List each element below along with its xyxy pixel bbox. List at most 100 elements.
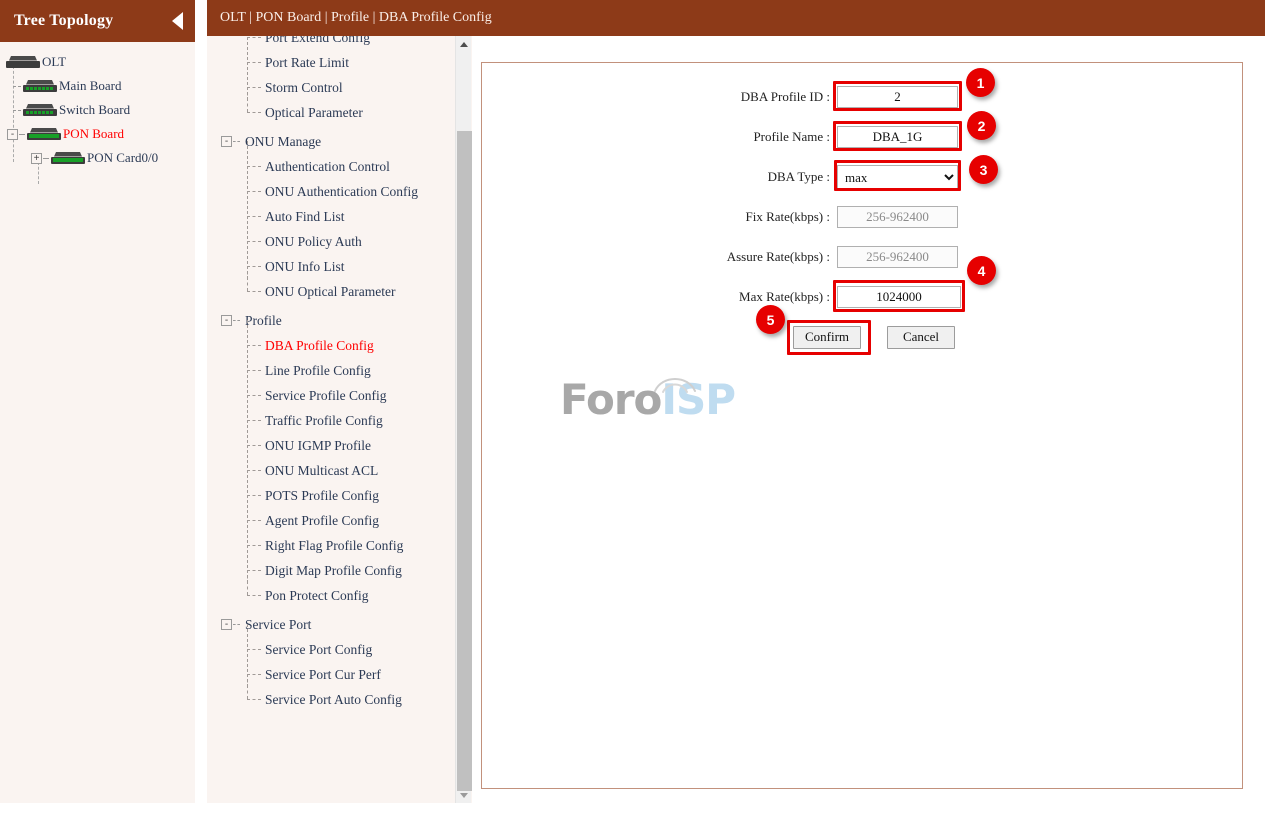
- menu-item-24[interactable]: Service Port Config: [221, 624, 472, 662]
- menu-item-label[interactable]: ONU Multicast ACL: [265, 463, 378, 479]
- menu-item-2[interactable]: Storm Control: [221, 62, 472, 100]
- tree-connector: [247, 62, 261, 63]
- tree-connector: [247, 395, 261, 396]
- confirm-button[interactable]: Confirm: [793, 325, 861, 349]
- menu-item-label[interactable]: POTS Profile Config: [265, 488, 379, 504]
- menu-item-3[interactable]: Optical Parameter: [221, 87, 472, 125]
- menu-item-label[interactable]: Optical Parameter: [265, 105, 363, 121]
- menu-group-4[interactable]: - ONU Manage: [221, 129, 472, 154]
- tree-node-label: PON Board: [63, 126, 125, 141]
- field-label: Fix Rate(kbps) :: [745, 209, 831, 224]
- tree-connector: [247, 699, 261, 700]
- menu-item-19[interactable]: Agent Profile Config: [221, 495, 472, 533]
- menu-item-8[interactable]: ONU Policy Auth: [221, 216, 472, 254]
- watermark-part2: ISP: [661, 375, 736, 424]
- tree-node-main-board[interactable]: Main Board: [0, 74, 195, 98]
- menu-item-label[interactable]: Port Extend Config: [265, 36, 370, 46]
- tree-connector: [247, 345, 261, 346]
- menu-item-label[interactable]: ONU Info List: [265, 259, 345, 275]
- scroll-up-arrow-icon[interactable]: [456, 36, 472, 52]
- menu-item-16[interactable]: ONU IGMP Profile: [221, 420, 472, 458]
- menu-item-label[interactable]: Agent Profile Config: [265, 513, 379, 529]
- menu-item-label[interactable]: ONU Optical Parameter: [265, 284, 395, 300]
- menu-item-label[interactable]: Storm Control: [265, 80, 343, 96]
- tree-connector: [247, 370, 261, 371]
- menu-item-17[interactable]: ONU Multicast ACL: [221, 445, 472, 483]
- menu-item-7[interactable]: Auto Find List: [221, 191, 472, 229]
- menu-item-label[interactable]: ONU IGMP Profile: [265, 438, 371, 454]
- menu-item-14[interactable]: Service Profile Config: [221, 370, 472, 408]
- menu-item-label[interactable]: Port Rate Limit: [265, 55, 349, 71]
- form-row-dba-profile-id: DBA Profile ID :: [482, 77, 1242, 117]
- max-rate-input[interactable]: [837, 286, 961, 308]
- menu-group-label: ONU Manage: [245, 133, 322, 149]
- tree-connector: [247, 266, 261, 267]
- collapse-toggle-icon[interactable]: -: [7, 128, 18, 140]
- menu-item-12[interactable]: DBA Profile Config: [221, 320, 472, 358]
- menu-item-6[interactable]: ONU Authentication Config: [221, 166, 472, 204]
- tree-node-olt[interactable]: OLT: [0, 50, 195, 74]
- tree-topology-title: Tree Topology: [14, 12, 114, 29]
- menu-item-21[interactable]: Digit Map Profile Config: [221, 545, 472, 583]
- menu-item-20[interactable]: Right Flag Profile Config: [221, 520, 472, 558]
- callout-badge-1: 1: [966, 68, 995, 97]
- collapse-toggle-icon[interactable]: -: [221, 136, 232, 147]
- breadcrumb: OLT | PON Board | Profile | DBA Profile …: [220, 10, 492, 25]
- menu-item-0[interactable]: Port Extend Config: [221, 36, 472, 50]
- caret-left-icon[interactable]: [172, 12, 183, 30]
- menu-item-label[interactable]: Service Port Cur Perf: [265, 667, 381, 683]
- menu-scrollbar[interactable]: [455, 36, 472, 803]
- menu-item-22[interactable]: Pon Protect Config: [221, 570, 472, 608]
- menu-item-13[interactable]: Line Profile Config: [221, 345, 472, 383]
- menu-item-label[interactable]: ONU Authentication Config: [265, 184, 418, 200]
- menu-item-label[interactable]: Service Port Config: [265, 642, 372, 658]
- menu-item-label[interactable]: Authentication Control: [265, 159, 390, 175]
- dba-type-select[interactable]: max: [837, 165, 958, 189]
- tree-node-pon-card[interactable]: + PON Card0/0: [0, 146, 195, 170]
- expand-toggle-icon[interactable]: +: [31, 152, 42, 164]
- menu-item-label[interactable]: Service Profile Config: [265, 388, 386, 404]
- tree-connector: [247, 570, 261, 571]
- tree-connector: [247, 241, 261, 242]
- tree-node-switch-board[interactable]: Switch Board: [0, 98, 195, 122]
- menu-item-label[interactable]: Auto Find List: [265, 209, 345, 225]
- menu-item-label[interactable]: Line Profile Config: [265, 363, 371, 379]
- device-icon: [27, 127, 61, 141]
- collapse-toggle-icon[interactable]: -: [221, 315, 232, 326]
- menu-item-10[interactable]: ONU Optical Parameter: [221, 266, 472, 304]
- tree-connector: [233, 320, 240, 321]
- menu-item-25[interactable]: Service Port Cur Perf: [221, 649, 472, 687]
- watermark-text: ForoISP: [560, 375, 736, 424]
- form-row-profile-name: Profile Name :: [482, 117, 1242, 157]
- menu-item-label[interactable]: ONU Policy Auth: [265, 234, 362, 250]
- dba-profile-id-input[interactable]: [837, 86, 958, 108]
- scroll-down-arrow-icon[interactable]: [456, 787, 472, 803]
- menu-group-11[interactable]: - Profile: [221, 308, 472, 333]
- device-icon: [51, 151, 85, 165]
- menu-item-label[interactable]: Digit Map Profile Config: [265, 563, 402, 579]
- profile-name-input[interactable]: [837, 126, 958, 148]
- tree-node-pon-board[interactable]: - PON Board: [0, 122, 195, 146]
- navigation-menu-panel: Port Extend Config Port Rate Limit Storm C…: [207, 36, 472, 803]
- collapse-toggle-icon[interactable]: -: [221, 619, 232, 630]
- cancel-button[interactable]: Cancel: [887, 325, 955, 349]
- form-row-fix-rate: Fix Rate(kbps) :: [482, 197, 1242, 237]
- menu-item-26[interactable]: Service Port Auto Config: [221, 674, 472, 712]
- menu-item-1[interactable]: Port Rate Limit: [221, 37, 472, 75]
- field-label: Assure Rate(kbps) :: [726, 249, 830, 264]
- menu-scrollbar-thumb[interactable]: [457, 131, 472, 791]
- menu-item-label[interactable]: Right Flag Profile Config: [265, 538, 403, 554]
- menu-item-label[interactable]: DBA Profile Config: [265, 338, 374, 354]
- fix-rate-input[interactable]: [837, 206, 958, 228]
- menu-item-5[interactable]: Authentication Control: [221, 141, 472, 179]
- assure-rate-input[interactable]: [837, 246, 958, 268]
- menu-item-9[interactable]: ONU Info List: [221, 241, 472, 279]
- menu-item-label[interactable]: Traffic Profile Config: [265, 413, 383, 429]
- field-wrapper: max: [834, 160, 961, 191]
- menu-item-label[interactable]: Service Port Auto Config: [265, 692, 402, 708]
- menu-item-18[interactable]: POTS Profile Config: [221, 470, 472, 508]
- menu-item-15[interactable]: Traffic Profile Config: [221, 395, 472, 433]
- menu-item-label[interactable]: Pon Protect Config: [265, 588, 369, 604]
- wifi-arc-icon: [654, 378, 696, 393]
- menu-group-23[interactable]: - Service Port: [221, 612, 472, 637]
